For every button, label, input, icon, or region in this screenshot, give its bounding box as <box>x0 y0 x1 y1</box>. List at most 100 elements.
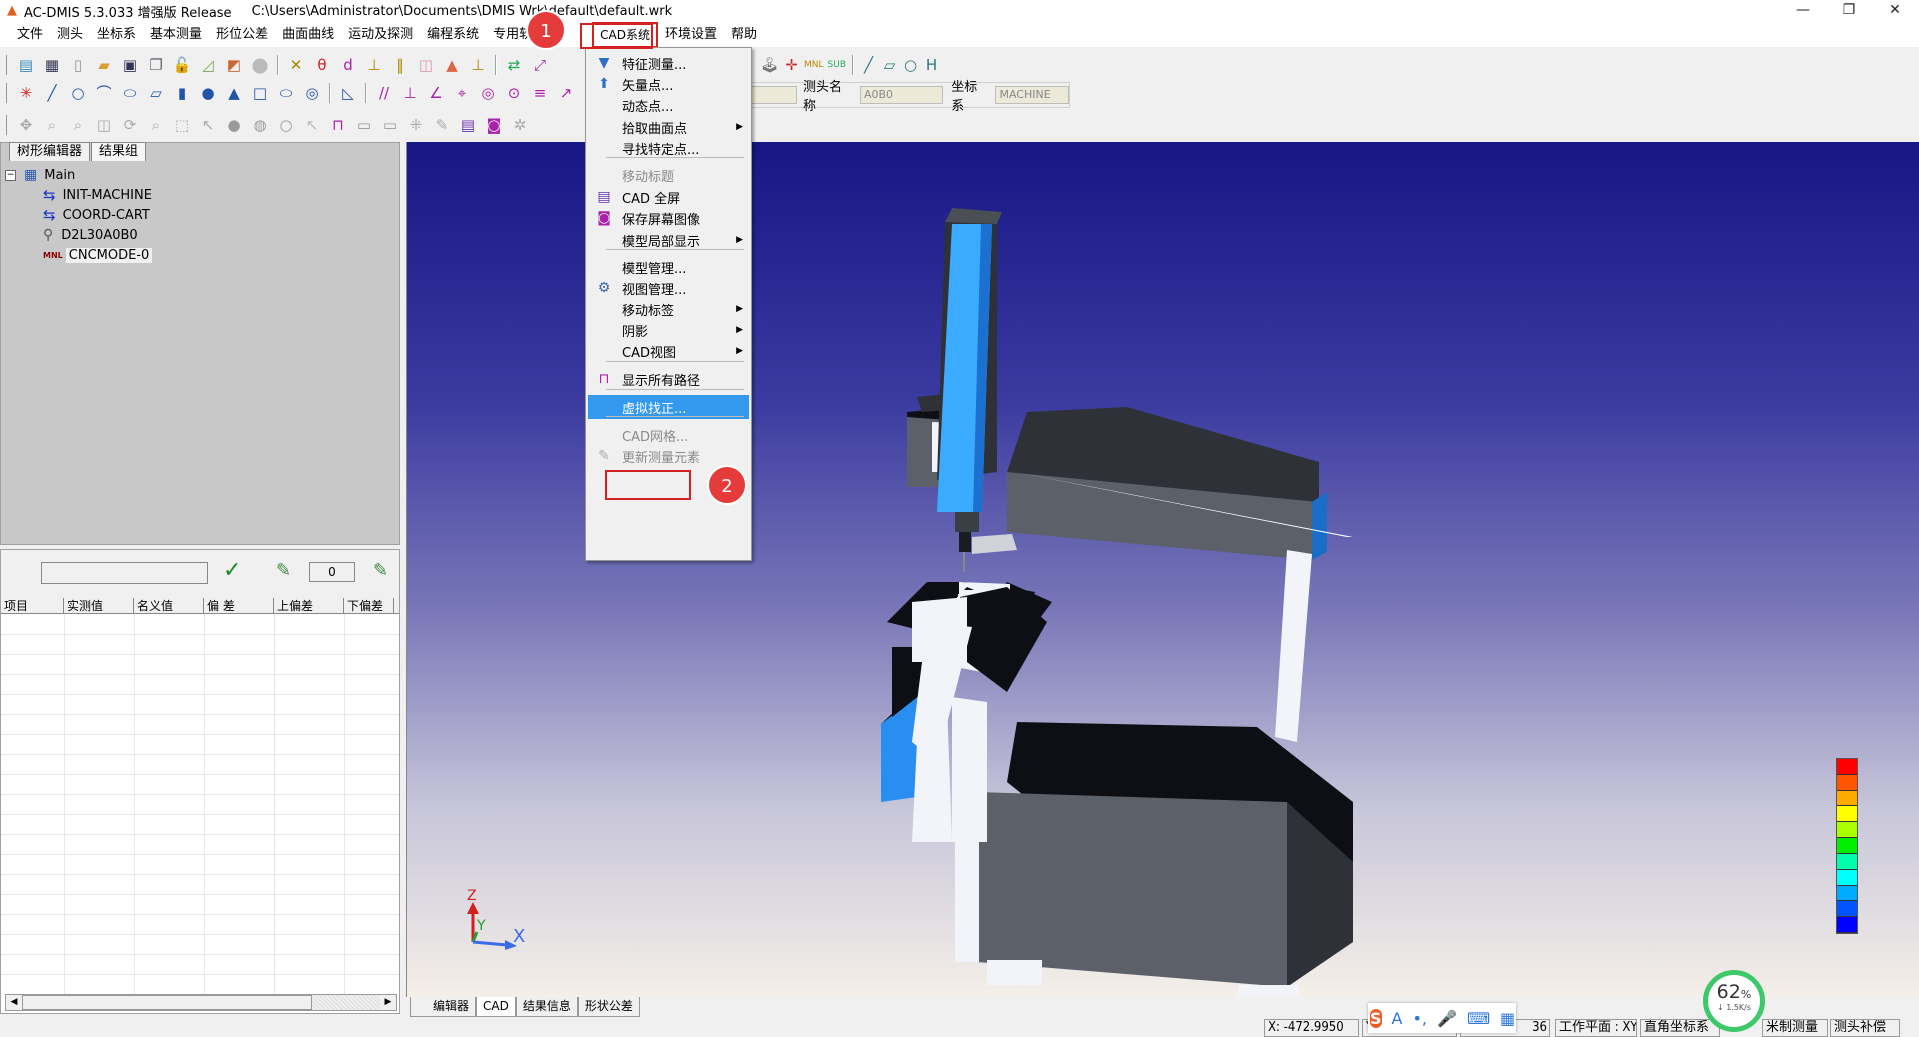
curve-icon[interactable]: ◿ <box>197 54 219 76</box>
tab-editor[interactable]: 编辑器 <box>410 997 477 1017</box>
scroll-right-icon[interactable]: ▶ <box>380 995 396 1010</box>
ime-punct-icon[interactable]: •, <box>1412 1009 1427 1028</box>
col-nominal[interactable]: 名义值 <box>134 598 204 613</box>
result-name-field[interactable] <box>41 562 208 584</box>
arc-icon[interactable]: ⌒ <box>93 82 115 104</box>
erase-all-icon[interactable]: ✎ <box>276 560 291 581</box>
col-lower-tol[interactable]: 下偏差 <box>344 598 394 613</box>
perpendicular-icon[interactable]: ⊥ <box>363 54 385 76</box>
slot-icon[interactable]: H <box>923 54 940 76</box>
save-icon[interactable]: ▣ <box>119 54 141 76</box>
perp-tol-icon[interactable]: ⊥ <box>399 82 421 104</box>
pan-icon[interactable]: ✥ <box>15 114 37 136</box>
label-icon[interactable]: ▭ <box>353 114 375 136</box>
menu-7[interactable]: 编程系统 <box>420 24 486 46</box>
zoom-icon[interactable]: ⌕ <box>67 114 89 136</box>
joystick-icon[interactable]: 🕹 <box>760 54 779 76</box>
fullscreen-tb-icon[interactable]: ▤ <box>457 114 479 136</box>
menu-1[interactable]: 测头 <box>50 24 90 46</box>
copy-icon[interactable]: ❐ <box>145 54 167 76</box>
collapse-icon[interactable]: − <box>5 169 16 181</box>
torus-icon[interactable]: ◎ <box>301 82 323 104</box>
zoom-window-icon[interactable]: ⌕ <box>41 114 63 136</box>
menu-3[interactable]: 基本测量 <box>143 24 209 46</box>
probe-position-icon[interactable]: ✛ <box>783 54 800 76</box>
tab-form-tolerance[interactable]: 形状公差 <box>577 997 640 1017</box>
subroutine-icon[interactable]: SUB <box>828 54 846 76</box>
restore-button[interactable]: ❐ <box>1826 0 1872 22</box>
ellipse-icon[interactable]: ⬭ <box>119 82 141 104</box>
keyboard-icon[interactable]: ⌨ <box>1467 1009 1490 1028</box>
toolbar-grip[interactable] <box>6 115 9 135</box>
screenshot-icon[interactable]: ◙ <box>483 114 505 136</box>
menu-11[interactable]: 环境设置 <box>658 24 724 46</box>
circle-icon[interactable]: ○ <box>902 54 919 76</box>
open-folder-icon[interactable]: ▰ <box>93 54 115 76</box>
angle-icon[interactable]: θ <box>311 54 333 76</box>
manual-mode-icon[interactable]: MNL <box>804 54 824 76</box>
hidden-icon[interactable]: ○ <box>275 114 297 136</box>
transform-icon[interactable]: ⇄ <box>503 54 525 76</box>
cad-menu-item-5[interactable]: 移动标题 <box>588 163 749 187</box>
measure-circle-icon[interactable]: ○ <box>67 82 89 104</box>
menu-0[interactable]: 文件 <box>10 24 50 46</box>
cad-menu-item-7[interactable]: ◙ 保存屏幕图像 <box>588 206 749 230</box>
grid-icon[interactable]: ⁜ <box>405 114 427 136</box>
sogou-logo-icon[interactable]: S <box>1370 1008 1382 1028</box>
position-icon[interactable]: ⌖ <box>451 82 473 104</box>
pick-icon[interactable]: ↖ <box>197 114 219 136</box>
cone-measure-icon[interactable]: ▲ <box>223 82 245 104</box>
ime-lang-icon[interactable]: A <box>1392 1009 1403 1028</box>
horizontal-scrollbar[interactable]: ◀ ▶ <box>5 994 397 1011</box>
step-icon[interactable]: ◩ <box>223 54 245 76</box>
col-upper-tol[interactable]: 上偏差 <box>274 598 344 613</box>
label-move-icon[interactable]: ▭ <box>379 114 401 136</box>
view-cube-icon[interactable]: ◫ <box>93 114 115 136</box>
open-program-icon[interactable]: ▤ <box>15 54 37 76</box>
cylinder-icon[interactable]: ▮ <box>171 82 193 104</box>
confirm-check-icon[interactable]: ✓ <box>223 558 241 583</box>
network-speed-widget[interactable]: 62% ↓ 1.5K/s <box>1703 970 1765 1032</box>
distance-icon[interactable]: d <box>337 54 359 76</box>
coord-system-field[interactable]: MACHINE <box>995 86 1069 104</box>
rectangle-icon[interactable]: ▱ <box>881 54 898 76</box>
runout-icon[interactable]: ↗ <box>555 82 577 104</box>
counter-field[interactable]: 0 <box>309 562 355 582</box>
zoom-pan-icon[interactable]: ⌕ <box>145 114 167 136</box>
save-as-icon[interactable]: ▦ <box>41 54 63 76</box>
erase-icon[interactable]: ✎ <box>373 560 388 581</box>
wireframe-icon[interactable]: ◍ <box>249 114 271 136</box>
cone-icon[interactable]: ▲ <box>441 54 463 76</box>
tree-item[interactable]: ⚲ D2L30A0B0 <box>5 225 155 245</box>
measure-plane-icon[interactable]: ▱ <box>145 82 167 104</box>
toolbar-grip[interactable] <box>6 55 9 75</box>
microphone-icon[interactable]: 🎤 <box>1437 1009 1457 1028</box>
col-item[interactable]: 项目 <box>1 598 64 613</box>
scroll-thumb[interactable] <box>22 995 312 1010</box>
new-file-icon[interactable]: ▯ <box>67 54 89 76</box>
menu-12[interactable]: 帮助 <box>724 24 764 46</box>
measure-line-icon[interactable]: ╱ <box>41 82 63 104</box>
point-icon[interactable]: ✳ <box>15 82 37 104</box>
tab-result-info[interactable]: 结果信息 <box>515 997 578 1017</box>
menu-6[interactable]: 运动及探测 <box>341 24 420 46</box>
symmetry-tol-icon[interactable]: ≡ <box>529 82 551 104</box>
rotate-icon[interactable]: ⟳ <box>119 114 141 136</box>
light-icon[interactable]: ✲ <box>509 114 531 136</box>
update-element-icon[interactable]: ✎ <box>431 114 453 136</box>
unlock-icon[interactable]: 🔓 <box>171 54 193 76</box>
col-deviation[interactable]: 偏 差 <box>204 598 274 613</box>
tab-tree-editor[interactable]: 树形编辑器 <box>9 142 91 161</box>
cad-menu-item-2[interactable]: 动态点... <box>588 93 749 117</box>
select-icon[interactable]: ⬚ <box>171 114 193 136</box>
rect-icon[interactable]: □ <box>249 82 271 104</box>
tree-root[interactable]: − ▦ Main <box>5 165 155 185</box>
tree-item[interactable]: MNL CNCMODE-0 <box>5 245 155 265</box>
slot-measure-icon[interactable]: ⬭ <box>275 82 297 104</box>
menu-4[interactable]: 形位公差 <box>209 24 275 46</box>
load-icon[interactable]: ⤢ <box>529 54 551 76</box>
ime-toolbar[interactable]: S A •, 🎤 ⌨ ▦ <box>1368 1003 1516 1033</box>
parallel-icon[interactable]: // <box>373 82 395 104</box>
project-icon[interactable]: ⊥ <box>467 54 489 76</box>
close-button[interactable]: ✕ <box>1872 0 1918 22</box>
